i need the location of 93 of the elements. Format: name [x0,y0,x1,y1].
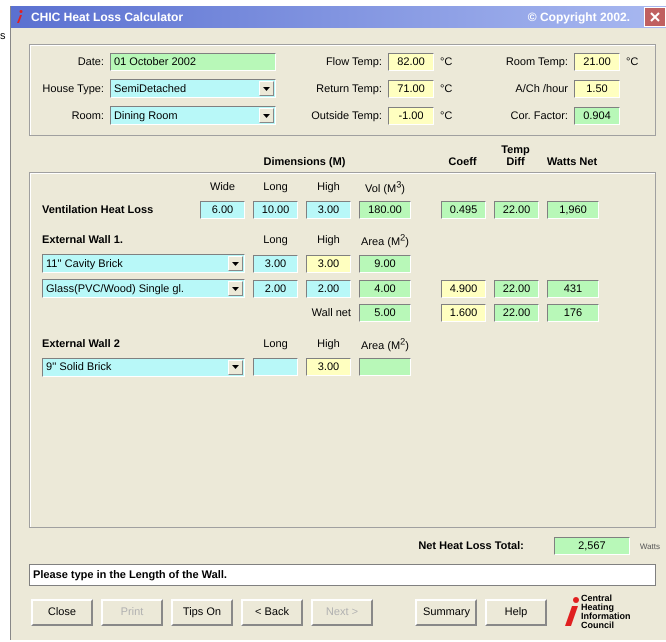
value-field[interactable] [252,358,298,376]
value-field[interactable]: 1.600 [440,304,486,322]
column-label: Area (M$^{2}$) [360,336,410,352]
value-field[interactable]: 2.00 [252,280,298,298]
value-field[interactable]: 2,567 [554,537,630,555]
unit-label: Watts [640,542,660,550]
value-field[interactable]: 82.00 [388,53,434,71]
field-label: Room Temp: [504,56,568,68]
value-field[interactable]: 71.00 [388,80,434,98]
material-dropdown[interactable]: 11'' Cavity Brick [42,254,245,274]
value-field[interactable]: 3.00 [306,358,351,376]
column-label: Area (M$^{2}$) [360,232,410,248]
material-dropdown[interactable]: Glass(PVC/Wood) Single gl. [42,279,245,298]
value-field[interactable]: 180.00 [358,200,411,219]
action-button[interactable]: Summary [414,598,477,626]
value-field[interactable]: 3.00 [306,254,351,273]
column-header: Coeff [447,156,478,168]
unit-label: °C [440,110,454,122]
field-label: Outside Temp: [310,110,382,122]
value-field[interactable]: 9.00 [358,254,411,273]
value-field[interactable]: 6.00 [200,200,245,219]
action-button[interactable]: < Back [240,598,303,626]
unit-label: °C [440,82,454,94]
column-label: High [316,180,341,193]
column-label: High [316,338,341,350]
window-title: CHIC Heat Loss Calculator [30,10,184,24]
value-field[interactable]: 4.00 [358,280,411,298]
column-label: Long [262,338,289,350]
dropdown-field[interactable]: Dining Room [110,106,276,125]
dropdown-button[interactable] [258,81,274,96]
status-message: Please type in the Length of the Wall. [28,564,656,586]
field-label: Room: [70,110,104,122]
column-label: Wide [208,180,236,193]
value-field[interactable] [358,358,411,376]
value-field[interactable]: 10.00 [252,200,298,219]
action-button[interactable]: Help [484,598,547,626]
value-field[interactable]: 2.00 [306,280,351,298]
row-label: Wall net [310,307,351,320]
value-field[interactable]: 3.00 [252,254,298,273]
caret-icon [232,286,239,291]
value-field[interactable]: 1.50 [574,80,620,98]
unit-label: °C [440,56,454,68]
value-field[interactable]: 1,960 [546,200,599,219]
value-field[interactable]: 22.00 [494,280,539,298]
value-field[interactable]: 22.00 [494,304,539,322]
field-label: Date: [76,56,104,68]
field-label: Flow Temp: [324,56,382,68]
column-label: Vol (M$^{3}$) [364,179,406,195]
info-icon [14,10,25,24]
caret-icon [232,262,239,266]
column-header: Temp Diff [500,144,531,168]
column-label: Long [262,234,289,246]
dropdown-field[interactable]: SemiDetached [110,79,276,98]
section-title: External Wall 2 [42,338,121,350]
caret-icon [232,365,239,370]
field-label: Return Temp: [315,82,382,94]
field-label: A/Ch /hour [514,82,568,94]
dropdown-button[interactable] [228,281,243,296]
unit-label: °C [626,56,640,68]
value-field[interactable]: 0.495 [440,200,486,219]
value-field[interactable]: 431 [546,280,599,298]
date-field[interactable]: 01 October 2002 [110,53,276,71]
column-header: Watts Net [546,156,598,168]
material-dropdown[interactable]: 9'' Solid Brick [42,358,245,377]
copyright-text: © Copyright 2002. [528,10,630,24]
field-label: House Type: [41,82,104,94]
value-field[interactable]: 3.00 [306,200,351,219]
value-field[interactable]: 4.900 [440,280,486,298]
caret-icon [262,114,270,118]
value-field[interactable]: 176 [546,304,599,322]
dropdown-button[interactable] [228,360,243,375]
value-field[interactable]: 0.904 [574,106,620,124]
section-title: Ventilation Heat Loss [42,204,154,216]
dropdown-button[interactable] [258,108,274,123]
background-text: s [0,29,6,44]
dropdown-button[interactable] [228,256,243,272]
column-label: High [316,234,341,246]
info-logo-icon [562,597,581,627]
value-field[interactable]: 21.00 [574,53,620,71]
caret-icon [262,86,270,90]
column-header: Dimensions (M) [262,156,346,168]
action-button[interactable]: Tips On [170,598,233,626]
total-label: Net Heat Loss Total: [418,540,524,552]
column-label: Long [262,180,289,193]
field-label: Cor. Factor: [510,110,568,122]
value-field[interactable]: 22.00 [494,200,539,219]
logo-text: Central Heating Information Council [580,594,630,630]
close-button[interactable] [644,7,666,27]
value-field[interactable]: -1.00 [388,106,434,124]
action-button[interactable]: Close [30,598,93,626]
section-title: External Wall 1. [42,234,124,246]
close-icon [650,12,660,22]
value-field[interactable]: 5.00 [358,304,411,322]
